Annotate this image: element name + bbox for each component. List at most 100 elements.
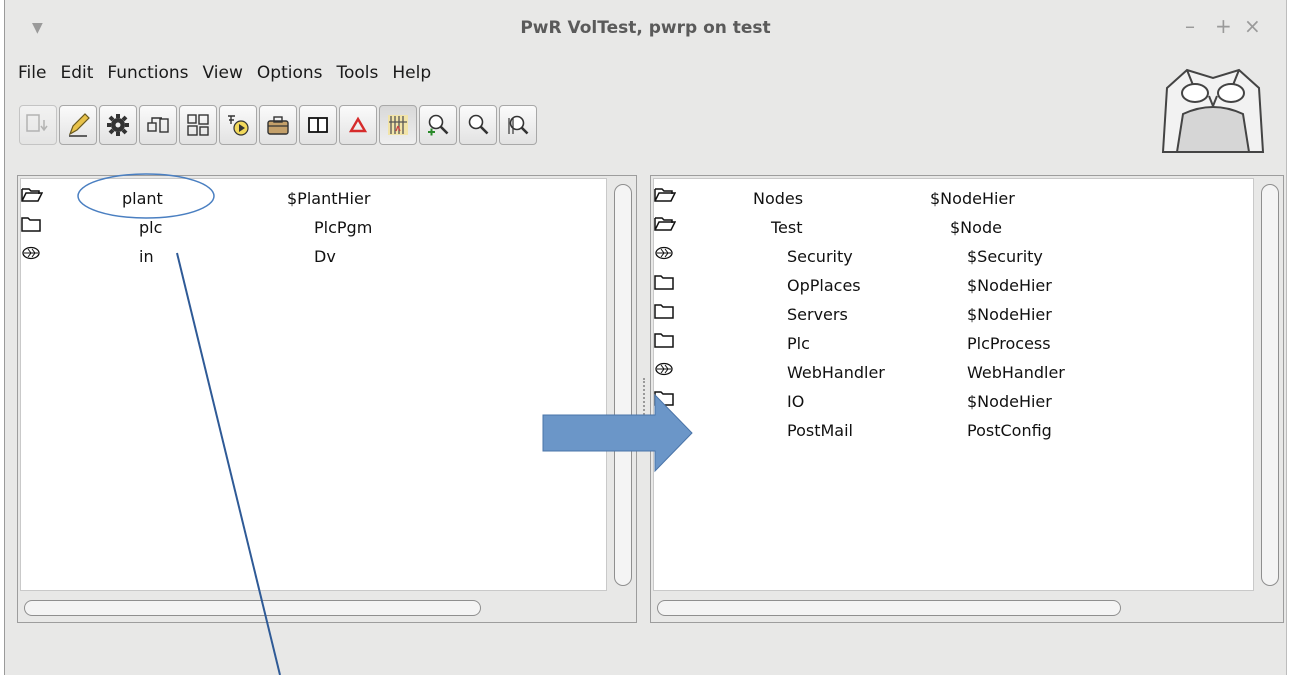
tree-row[interactable]: WebHandler WebHandler	[654, 361, 1244, 389]
object-class: $Node	[950, 218, 1002, 237]
node-hierarchy-pane[interactable]: Nodes $NodeHier Test $Node Security $Sec…	[650, 175, 1284, 623]
object-class: $NodeHier	[967, 392, 1052, 411]
minimize-button[interactable]: –	[1185, 14, 1195, 38]
tree-row[interactable]: Security $Security	[654, 245, 1244, 273]
zoom-in-button[interactable]	[419, 105, 457, 145]
owl-logo-icon	[1161, 68, 1265, 153]
object-name: plant	[122, 189, 163, 208]
hierarchy-button[interactable]	[139, 105, 177, 145]
object-class: $NodeHier	[930, 189, 1015, 208]
build-icon	[388, 115, 408, 135]
zoom-in-icon	[428, 114, 449, 136]
horizontal-scrollbar[interactable]	[657, 600, 1121, 616]
object-name: Servers	[787, 305, 848, 324]
import-icon	[26, 114, 48, 132]
object-class: PlcProcess	[967, 334, 1051, 353]
alarm-button[interactable]	[339, 105, 377, 145]
tree-row[interactable]: plc PlcPgm	[21, 216, 601, 244]
tree-row[interactable]: plant $PlantHier	[21, 187, 601, 215]
toolbox-icon	[267, 116, 289, 135]
gear-icon	[107, 114, 129, 136]
object-graph-icon	[187, 114, 209, 136]
toolbox-button[interactable]	[259, 105, 297, 145]
maximize-button[interactable]: +	[1215, 14, 1232, 38]
folder-open-icon	[654, 217, 677, 231]
menu-help[interactable]: Help	[385, 58, 438, 88]
node-tree[interactable]: Nodes $NodeHier Test $Node Security $Sec…	[653, 178, 1254, 591]
menu-file[interactable]: File	[11, 58, 53, 88]
tree-row[interactable]: OpPlaces $NodeHier	[654, 274, 1244, 302]
horizontal-scrollbar[interactable]	[24, 600, 481, 616]
title-bar[interactable]: ▼ PwR VolTest, pwrp on test – + ×	[5, 0, 1286, 52]
folder-icon	[654, 275, 674, 290]
tree-row[interactable]: PostMail PostConfig	[654, 419, 1244, 447]
split-view-icon	[308, 117, 328, 133]
object-class: PostConfig	[967, 421, 1052, 440]
object-name: PostMail	[787, 421, 853, 440]
tree-row[interactable]: Servers $NodeHier	[654, 303, 1244, 331]
plant-hierarchy-pane[interactable]: plant $PlantHier plc PlcPgm in Dv	[17, 175, 637, 623]
object-graph-button[interactable]	[179, 105, 217, 145]
menu-view[interactable]: View	[196, 58, 250, 88]
menu-functions[interactable]: Functions	[100, 58, 195, 88]
application-window: ▼ PwR VolTest, pwrp on test – + × File E…	[4, 0, 1287, 675]
object-name: in	[139, 247, 154, 266]
folder-open-icon	[21, 188, 44, 202]
plc-trace-icon	[228, 115, 249, 136]
object-name: WebHandler	[787, 363, 885, 382]
alarm-triangle-icon	[348, 116, 368, 133]
zoom-reset-icon	[508, 115, 529, 135]
configure-button[interactable]	[99, 105, 137, 145]
plc-trace-button[interactable]	[219, 105, 257, 145]
object-class: PlcPgm	[314, 218, 373, 237]
vertical-scrollbar[interactable]	[1261, 184, 1279, 586]
import-button[interactable]	[19, 105, 57, 145]
menu-edit[interactable]: Edit	[53, 58, 100, 88]
edit-pencil-icon	[68, 113, 90, 137]
build-button[interactable]	[379, 105, 417, 145]
leaf-icon	[655, 420, 673, 434]
folder-icon	[21, 217, 41, 232]
menu-bar: File Edit Functions View Options Tools H…	[11, 58, 438, 88]
close-button[interactable]: ×	[1244, 14, 1261, 38]
plant-tree[interactable]: plant $PlantHier plc PlcPgm in Dv	[20, 178, 607, 591]
zoom-reset-button[interactable]	[499, 105, 537, 145]
object-class: $NodeHier	[967, 276, 1052, 295]
object-name: Security	[787, 247, 853, 266]
tree-row[interactable]: Nodes $NodeHier	[654, 187, 1244, 215]
zoom-out-button[interactable]	[459, 105, 497, 145]
object-name: plc	[139, 218, 163, 237]
pane-splitter[interactable]	[643, 378, 648, 418]
tree-row[interactable]: in Dv	[21, 245, 601, 273]
object-name: OpPlaces	[787, 276, 861, 295]
object-name: Plc	[787, 334, 810, 353]
hierarchy-icon	[147, 117, 169, 133]
vertical-scrollbar[interactable]	[614, 184, 632, 586]
object-name: IO	[787, 392, 805, 411]
leaf-icon	[22, 246, 40, 260]
object-name: Test	[771, 218, 803, 237]
object-class: WebHandler	[967, 363, 1065, 382]
object-class: $PlantHier	[287, 189, 371, 208]
edit-button[interactable]	[59, 105, 97, 145]
menu-options[interactable]: Options	[250, 58, 330, 88]
folder-open-icon	[654, 188, 677, 202]
menu-tools[interactable]: Tools	[329, 58, 385, 88]
object-name: Nodes	[753, 189, 804, 208]
object-class: $Security	[967, 247, 1043, 266]
tree-row[interactable]: Plc PlcProcess	[654, 332, 1244, 360]
object-class: $NodeHier	[967, 305, 1052, 324]
leaf-icon	[655, 246, 673, 260]
leaf-icon	[655, 362, 673, 376]
status-bar	[5, 632, 1286, 675]
object-class: Dv	[314, 247, 336, 266]
window-title: PwR VolTest, pwrp on test	[520, 18, 771, 38]
zoom-out-icon	[468, 114, 489, 135]
folder-icon	[654, 333, 674, 348]
tree-row[interactable]: Test $Node	[654, 216, 1244, 244]
folder-icon	[654, 304, 674, 319]
tree-row[interactable]: IO $NodeHier	[654, 390, 1244, 418]
split-view-button[interactable]	[299, 105, 337, 145]
toolbar	[19, 105, 539, 151]
folder-icon	[654, 391, 674, 406]
